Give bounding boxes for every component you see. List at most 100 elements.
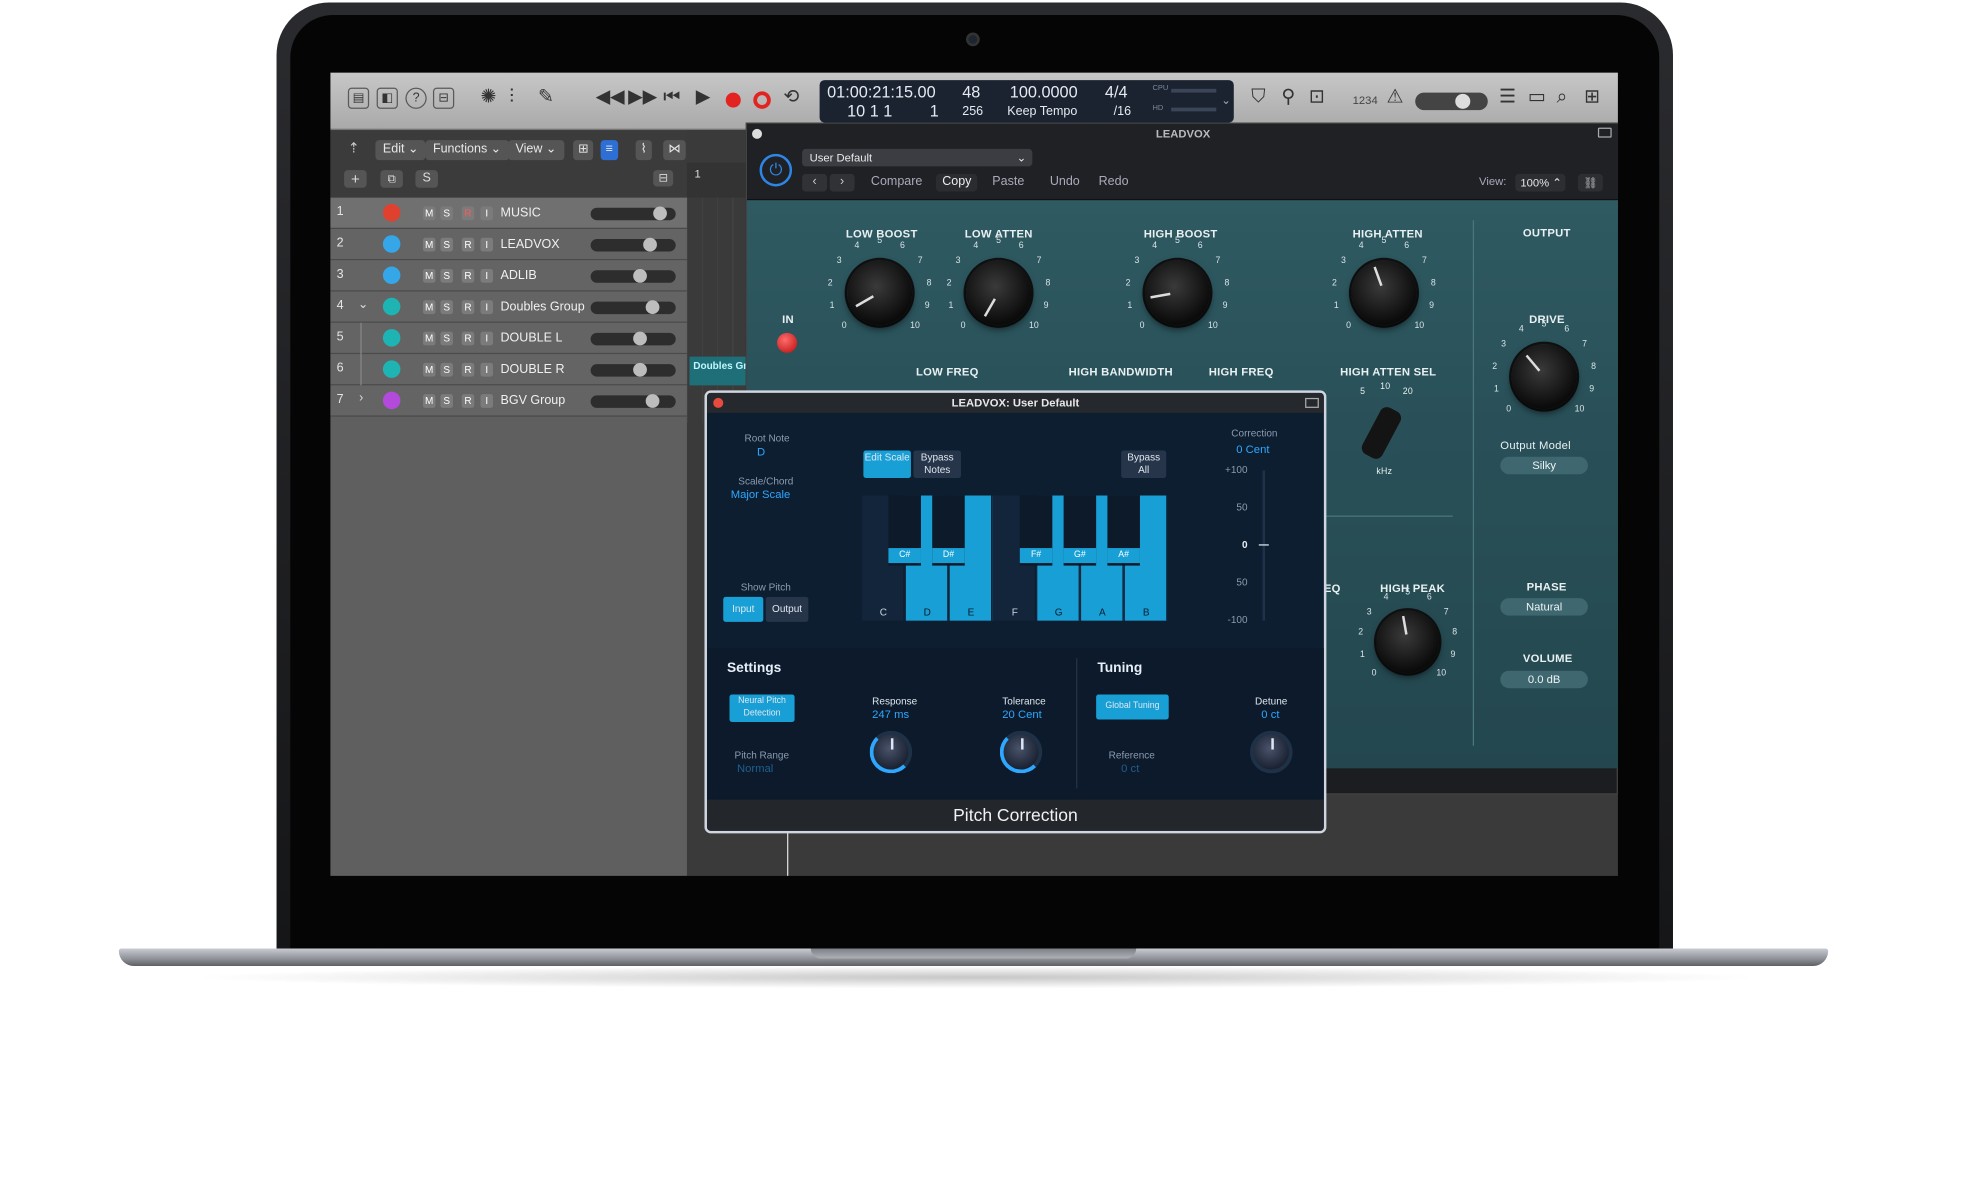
volume-field[interactable]: 0.0 dB — [1500, 670, 1588, 689]
count-in[interactable]: 1234 — [1353, 94, 1378, 107]
pitch-resize-icon[interactable] — [1305, 397, 1319, 408]
scale-select[interactable]: Major Scale — [731, 488, 790, 501]
cycle-icon[interactable]: ⟲ — [783, 85, 799, 110]
drive-knob[interactable] — [1511, 344, 1577, 410]
metronome-icon[interactable]: ⚠ — [1386, 85, 1403, 110]
go-to-start-icon[interactable]: ⏮ — [663, 85, 680, 110]
help-icon[interactable]: ? — [405, 87, 427, 109]
detune-knob[interactable] — [1250, 730, 1293, 774]
paste-button[interactable]: Paste — [986, 174, 1031, 192]
track-row[interactable]: 2 M S R I LEADVOX — [330, 228, 687, 261]
track-row[interactable]: 5 M S R I DOUBLE L — [330, 322, 687, 355]
track-volume-slider[interactable] — [590, 300, 676, 315]
browser-search-icon[interactable]: ⌕ — [1557, 85, 1568, 110]
pitch-close-icon[interactable] — [713, 397, 724, 408]
response-knob[interactable] — [869, 730, 913, 774]
catch-icon[interactable]: ⊟ — [653, 170, 674, 187]
track-row[interactable]: 1 M S R I MUSIC — [330, 197, 687, 229]
solo-button[interactable]: S — [440, 362, 453, 377]
input-monitor-button[interactable]: I — [480, 237, 494, 252]
play-icon[interactable]: ▶ — [696, 85, 710, 110]
window-resize-icon[interactable] — [1597, 127, 1612, 138]
editors-icon[interactable]: ✎ — [538, 85, 554, 110]
mixer-icon[interactable]: ⫶ — [509, 85, 514, 110]
mute-button[interactable]: M — [422, 394, 436, 408]
input-toggle[interactable]: Input — [723, 596, 764, 622]
solo-button[interactable]: S — [440, 269, 453, 283]
forward-icon[interactable]: ▶▶ — [628, 85, 657, 110]
solo-button[interactable]: S — [440, 206, 453, 221]
record-enable-button[interactable]: R — [461, 394, 475, 408]
track-volume-slider[interactable] — [590, 362, 676, 377]
track-row[interactable]: 7 › M S R I BGV Group — [330, 385, 687, 417]
next-preset-icon[interactable]: › — [829, 173, 855, 192]
input-monitor-button[interactable]: I — [480, 362, 494, 377]
view-zoom-select[interactable]: 100% ⌃ — [1515, 173, 1566, 192]
power-icon[interactable]: ⏻ — [759, 153, 793, 187]
duplicate-track-icon[interactable]: ⧉ — [380, 170, 403, 188]
black-key-asharp[interactable]: A# — [1107, 495, 1140, 566]
high-boost-knob[interactable] — [1144, 260, 1211, 326]
automation-icon[interactable]: ⌇ — [635, 140, 652, 161]
undo-button[interactable]: Undo — [1044, 174, 1086, 192]
track-row[interactable]: 4 ⌄ M S R I Doubles Group — [330, 291, 687, 323]
input-monitor-button[interactable]: I — [480, 206, 494, 221]
track-row[interactable]: 6 M S R I DOUBLE R — [330, 354, 687, 386]
preset-menu[interactable]: User Default ⌄ — [802, 148, 1033, 167]
previous-preset-icon[interactable]: ‹ — [802, 173, 828, 192]
solo-button[interactable]: S — [440, 394, 453, 408]
list-icon[interactable]: ☰ — [1499, 85, 1516, 110]
pitch-range-select[interactable]: Normal — [737, 762, 773, 775]
bypass-all-button[interactable]: Bypass All — [1121, 450, 1167, 478]
edit-menu[interactable]: Edit ⌄ — [375, 140, 426, 161]
track-volume-slider[interactable] — [590, 237, 676, 252]
tolerance-knob[interactable] — [999, 730, 1043, 774]
record-enable-button[interactable]: R — [461, 237, 475, 252]
library-icon[interactable]: ▤ — [347, 87, 370, 109]
mute-button[interactable]: M — [422, 362, 436, 377]
root-note-select[interactable]: D — [757, 445, 765, 458]
master-volume-slider[interactable] — [1415, 92, 1488, 111]
mute-button[interactable]: M — [422, 331, 436, 346]
list-editors-icon[interactable]: ⛉ — [1251, 85, 1265, 110]
link-icon[interactable]: ⛓ — [1577, 173, 1603, 192]
solo-button[interactable]: S — [440, 300, 453, 315]
low-atten-knob[interactable] — [966, 260, 1032, 326]
output-model-select[interactable]: Silky — [1500, 456, 1588, 475]
view-menu[interactable]: View ⌄ — [508, 140, 564, 161]
tuner-icon[interactable]: ⚲ — [1281, 85, 1295, 110]
grid-view-icon[interactable]: ⊞ — [573, 140, 594, 161]
record-enable-button[interactable]: R — [461, 206, 475, 221]
solo-button[interactable]: S — [440, 237, 453, 252]
copy-button[interactable]: Copy — [935, 173, 978, 192]
flex-icon[interactable]: ⋈ — [663, 140, 686, 161]
add-track-icon[interactable]: + — [344, 170, 367, 188]
rewind-icon[interactable]: ◀◀ — [596, 85, 625, 110]
record-icon[interactable] — [725, 92, 741, 108]
output-toggle[interactable]: Output — [765, 596, 809, 622]
global-solo-button[interactable]: S — [415, 170, 438, 188]
notepad-icon[interactable]: ▭ — [1528, 85, 1546, 110]
in-lamp-icon[interactable] — [777, 332, 798, 353]
mute-button[interactable]: M — [422, 206, 436, 221]
track-volume-slider[interactable] — [590, 394, 676, 408]
apple-loops-icon[interactable]: ⊞ — [1584, 85, 1600, 110]
capture-record-icon[interactable] — [753, 91, 771, 109]
compare-button[interactable]: Compare — [865, 174, 929, 192]
neural-pitch-button[interactable]: Neural Pitch Detection — [729, 694, 795, 723]
record-enable-button[interactable]: R — [461, 300, 475, 315]
black-key-fsharp[interactable]: F# — [1019, 495, 1053, 566]
black-key-csharp[interactable]: C# — [888, 495, 921, 566]
bypass-notes-button[interactable]: Bypass Notes — [913, 450, 961, 478]
mute-button[interactable]: M — [422, 269, 436, 283]
track-volume-slider[interactable] — [590, 206, 676, 221]
toolbar-icon[interactable]: ⊟ — [432, 87, 455, 109]
smart-controls-icon[interactable]: ✺ — [480, 85, 496, 110]
phase-select[interactable]: Natural — [1500, 598, 1588, 616]
solo-button[interactable]: S — [440, 331, 453, 346]
high-atten-knob[interactable] — [1351, 260, 1417, 326]
edit-scale-button[interactable]: Edit Scale — [863, 450, 911, 478]
record-enable-button[interactable]: R — [461, 362, 475, 377]
mute-button[interactable]: M — [422, 300, 436, 315]
input-monitor-button[interactable]: I — [480, 269, 494, 283]
